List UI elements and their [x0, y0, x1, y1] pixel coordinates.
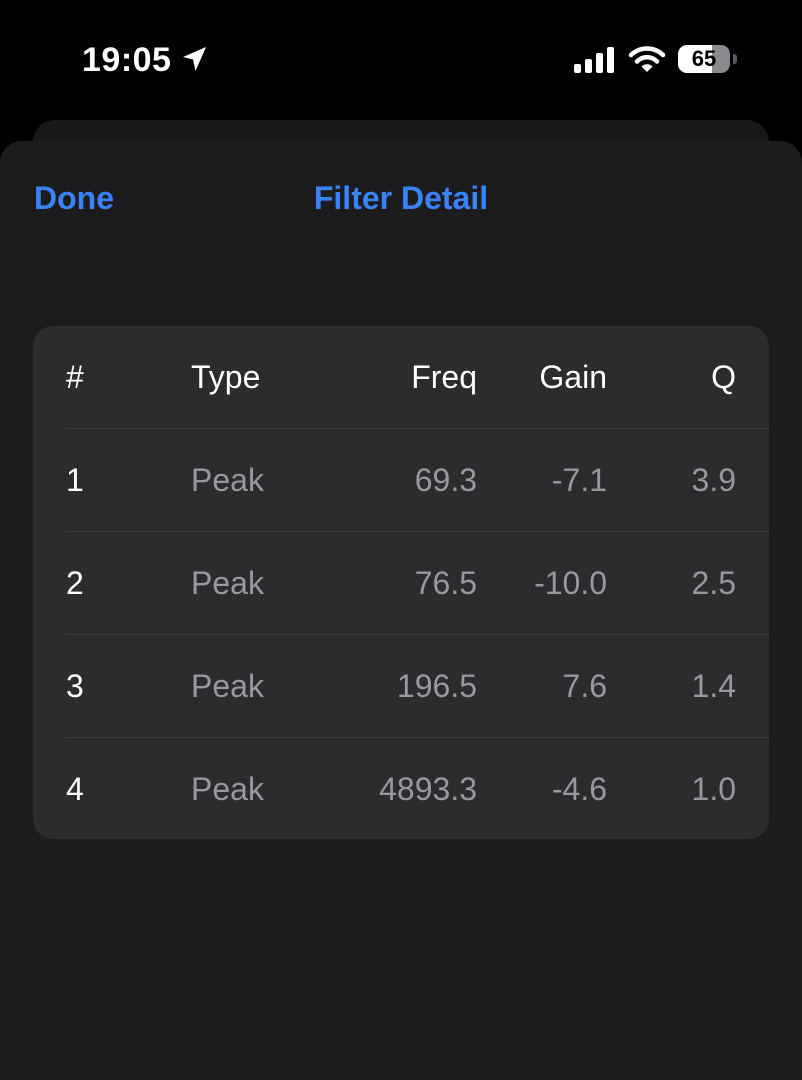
table-row[interactable]: 3 Peak 196.5 7.6 1.4 — [33, 635, 769, 738]
filter-q: 2.5 — [691, 565, 736, 601]
column-header-freq: Freq — [411, 359, 477, 395]
battery-body: 65 — [678, 45, 730, 73]
status-time: 19:05 — [82, 41, 172, 79]
filter-number: 3 — [66, 668, 84, 704]
table-row[interactable]: 1 Peak 69.3 -7.1 3.9 — [33, 429, 769, 532]
filter-number: 2 — [66, 565, 84, 601]
filter-type: Peak — [191, 668, 264, 704]
filter-gain: 7.6 — [562, 668, 607, 704]
filter-freq: 196.5 — [396, 668, 477, 704]
filter-q: 1.4 — [691, 668, 736, 704]
filter-table: # Type Freq Gain Q 1 Peak 69.3 -7.1 3.9 … — [33, 326, 769, 839]
battery-icon: 65 — [678, 45, 738, 75]
column-header-q: Q — [711, 359, 736, 395]
battery-cap — [733, 54, 737, 64]
table-header-row: # Type Freq Gain Q — [33, 326, 769, 429]
filter-gain: -4.6 — [551, 771, 607, 807]
table-row[interactable]: 4 Peak 4893.3 -4.6 1.0 — [33, 738, 769, 839]
table-row[interactable]: 2 Peak 76.5 -10.0 2.5 — [33, 532, 769, 635]
filter-number: 4 — [66, 771, 84, 807]
screen: 19:05 65 Filter Detail Done # Type Freq … — [0, 0, 802, 1080]
filter-type: Peak — [191, 565, 264, 601]
navigation-bar: Filter Detail Done — [0, 141, 802, 257]
filter-freq: 4893.3 — [379, 771, 477, 807]
filter-freq: 69.3 — [414, 462, 477, 498]
filter-gain: -7.1 — [551, 462, 607, 498]
filter-type: Peak — [191, 771, 264, 807]
cellular-signal-icon — [574, 47, 614, 73]
column-header-type: Type — [191, 359, 261, 395]
filter-number: 1 — [66, 462, 84, 498]
page-title: Filter Detail — [313, 180, 489, 216]
filter-q: 1.0 — [691, 771, 736, 807]
battery-level: 65 — [691, 46, 717, 71]
column-header-number: # — [66, 359, 84, 395]
filter-gain: -10.0 — [534, 565, 607, 601]
wifi-icon — [628, 46, 666, 72]
filter-freq: 76.5 — [414, 565, 477, 601]
done-button[interactable]: Done — [34, 175, 114, 221]
location-arrow-icon — [183, 47, 206, 71]
filter-q: 3.9 — [691, 462, 736, 498]
status-bar: 19:05 65 — [0, 0, 802, 120]
filter-detail-sheet: Filter Detail Done # Type Freq Gain Q 1 … — [0, 141, 802, 1080]
filter-type: Peak — [191, 462, 264, 498]
column-header-gain: Gain — [539, 359, 607, 395]
